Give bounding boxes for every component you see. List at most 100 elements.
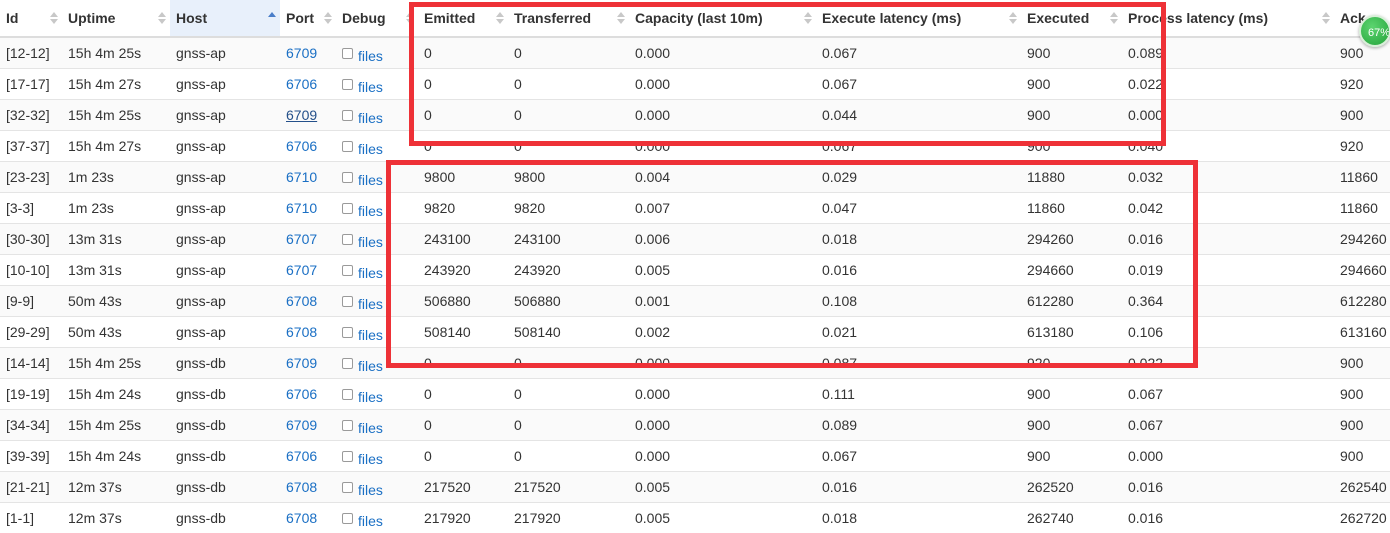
files-link[interactable]: files — [358, 451, 383, 467]
acked-cell: 920 — [1334, 69, 1390, 100]
files-link[interactable]: files — [358, 203, 383, 219]
process-latency-cell: 0.067 — [1122, 379, 1334, 410]
debug-checkbox[interactable] — [342, 358, 353, 369]
uptime-cell: 12m 37s — [62, 472, 170, 503]
files-link[interactable]: files — [358, 420, 383, 436]
emitted-cell: 243100 — [418, 224, 508, 255]
port-cell: 6706 — [280, 441, 336, 472]
process-latency-cell: 0.019 — [1122, 255, 1334, 286]
column-header-uptime[interactable]: Uptime — [62, 0, 170, 37]
port-link[interactable]: 6708 — [286, 293, 317, 309]
port-link[interactable]: 6706 — [286, 448, 317, 464]
files-link[interactable]: files — [358, 141, 383, 157]
process-latency-cell: 0.032 — [1122, 162, 1334, 193]
files-link[interactable]: files — [358, 172, 383, 188]
table-row: [17-17]15h 4m 27sgnss-ap6706files000.000… — [0, 69, 1390, 100]
debug-checkbox[interactable] — [342, 513, 353, 524]
files-link[interactable]: files — [358, 79, 383, 95]
table-row: [32-32]15h 4m 25sgnss-ap6709files000.000… — [0, 100, 1390, 131]
debug-checkbox[interactable] — [342, 234, 353, 245]
files-link[interactable]: files — [358, 48, 383, 64]
executed-cell: 900 — [1021, 37, 1122, 69]
execute-latency-cell: 0.029 — [816, 162, 1021, 193]
emitted-cell: 9800 — [418, 162, 508, 193]
debug-checkbox[interactable] — [342, 420, 353, 431]
column-header-id[interactable]: Id — [0, 0, 62, 37]
files-link[interactable]: files — [358, 358, 383, 374]
port-link[interactable]: 6710 — [286, 169, 317, 185]
acked-cell: 900 — [1334, 410, 1390, 441]
debug-checkbox[interactable] — [342, 48, 353, 59]
files-link[interactable]: files — [358, 234, 383, 250]
id-cell: [17-17] — [0, 69, 62, 100]
debug-checkbox[interactable] — [342, 482, 353, 493]
port-link[interactable]: 6709 — [286, 417, 317, 433]
execute-latency-cell: 0.067 — [816, 69, 1021, 100]
table-row: [29-29]50m 43sgnss-ap6708files5081405081… — [0, 317, 1390, 348]
port-link[interactable]: 6706 — [286, 76, 317, 92]
port-link[interactable]: 6708 — [286, 510, 317, 526]
acked-cell: 262720 — [1334, 503, 1390, 533]
port-link[interactable]: 6708 — [286, 479, 317, 495]
sort-icon — [496, 11, 504, 25]
debug-checkbox[interactable] — [342, 451, 353, 462]
column-header-host[interactable]: Host — [170, 0, 280, 37]
debug-checkbox[interactable] — [342, 79, 353, 90]
emitted-cell: 506880 — [418, 286, 508, 317]
port-cell: 6708 — [280, 317, 336, 348]
port-link[interactable]: 6709 — [286, 107, 317, 123]
port-link[interactable]: 6707 — [286, 262, 317, 278]
process-latency-cell: 0.016 — [1122, 472, 1334, 503]
id-cell: [37-37] — [0, 131, 62, 162]
debug-checkbox[interactable] — [342, 265, 353, 276]
column-header-transferred[interactable]: Transferred — [508, 0, 629, 37]
debug-cell: files — [336, 69, 418, 100]
process-latency-cell: 0.022 — [1122, 348, 1334, 379]
port-link[interactable]: 6706 — [286, 138, 317, 154]
column-header-port[interactable]: Port — [280, 0, 336, 37]
progress-badge[interactable]: 67% — [1359, 15, 1390, 47]
port-link[interactable]: 6708 — [286, 324, 317, 340]
emitted-cell: 217920 — [418, 503, 508, 533]
files-link[interactable]: files — [358, 296, 383, 312]
process-latency-cell: 0.089 — [1122, 37, 1334, 69]
debug-checkbox[interactable] — [342, 296, 353, 307]
port-link[interactable]: 6707 — [286, 231, 317, 247]
column-header-debug[interactable]: Debug — [336, 0, 418, 37]
port-link[interactable]: 6706 — [286, 386, 317, 402]
column-header-executed[interactable]: Executed — [1021, 0, 1122, 37]
debug-checkbox[interactable] — [342, 172, 353, 183]
port-cell: 6706 — [280, 131, 336, 162]
port-link[interactable]: 6709 — [286, 355, 317, 371]
debug-cell: files — [336, 286, 418, 317]
debug-checkbox[interactable] — [342, 389, 353, 400]
files-link[interactable]: files — [358, 110, 383, 126]
host-cell: gnss-ap — [170, 224, 280, 255]
files-link[interactable]: files — [358, 482, 383, 498]
port-link[interactable]: 6710 — [286, 200, 317, 216]
debug-cell: files — [336, 348, 418, 379]
debug-checkbox[interactable] — [342, 141, 353, 152]
column-header-execute-latency[interactable]: Execute latency (ms) — [816, 0, 1021, 37]
column-header-capacity[interactable]: Capacity (last 10m) — [629, 0, 816, 37]
debug-checkbox[interactable] — [342, 327, 353, 338]
sort-icon — [1322, 11, 1330, 25]
files-link[interactable]: files — [358, 327, 383, 343]
debug-cell: files — [336, 224, 418, 255]
emitted-cell: 9820 — [418, 193, 508, 224]
port-cell: 6709 — [280, 37, 336, 69]
column-header-emitted[interactable]: Emitted — [418, 0, 508, 37]
files-link[interactable]: files — [358, 265, 383, 281]
files-link[interactable]: files — [358, 513, 383, 529]
acked-cell: 920 — [1334, 131, 1390, 162]
files-link[interactable]: files — [358, 389, 383, 405]
capacity-cell: 0.000 — [629, 348, 816, 379]
capacity-cell: 0.001 — [629, 286, 816, 317]
capacity-cell: 0.002 — [629, 317, 816, 348]
transferred-cell: 0 — [508, 69, 629, 100]
port-link[interactable]: 6709 — [286, 45, 317, 61]
debug-checkbox[interactable] — [342, 203, 353, 214]
executed-cell: 294260 — [1021, 224, 1122, 255]
column-header-process-latency[interactable]: Process latency (ms) — [1122, 0, 1334, 37]
debug-checkbox[interactable] — [342, 110, 353, 121]
